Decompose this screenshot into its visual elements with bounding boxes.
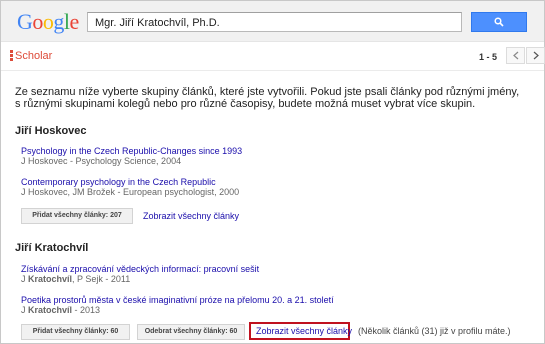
- existing-articles-note: (Několik článků (31) již v profilu máte.…: [358, 326, 511, 336]
- intro-text: Ze seznamu níže vyberte skupiny článků, …: [15, 86, 520, 110]
- logo-letter: G: [17, 9, 33, 34]
- add-all-articles-button[interactable]: Přidat všechny články: 207: [21, 208, 133, 224]
- show-all-articles-link[interactable]: Zobrazit všechny články: [256, 326, 352, 336]
- meta-suffix: - 2013: [72, 305, 101, 315]
- logo-letter: o: [32, 9, 43, 34]
- logo-letter: o: [42, 9, 54, 34]
- author-heading: Jiří Hoskovec: [15, 125, 87, 137]
- scholar-subbar: Scholar 1 - 5: [1, 42, 545, 71]
- scholar-menu[interactable]: Scholar: [10, 50, 52, 62]
- article-title-link[interactable]: Poetika prostorů města v české imaginati…: [21, 295, 334, 305]
- article-title-link[interactable]: Psychology in the Czech Republic-Changes…: [21, 146, 242, 156]
- article-meta: J Hoskovec - Psychology Science, 2004: [21, 156, 182, 166]
- scholar-label: Scholar: [15, 50, 53, 62]
- article-meta: J Kratochvíl, P Sejk - 2011: [21, 274, 130, 284]
- logo-letter: g: [53, 9, 64, 34]
- search-button[interactable]: [471, 12, 527, 32]
- remove-all-articles-button[interactable]: Odebrat všechny články: 60: [137, 324, 245, 340]
- prev-page-button[interactable]: [506, 47, 525, 64]
- google-logo[interactable]: Google: [17, 10, 79, 34]
- meta-author-bold: Kratochvíl: [28, 274, 73, 284]
- meta-prefix: J: [21, 305, 29, 315]
- meta-prefix: J: [21, 274, 29, 284]
- author-heading: Jiří Kratochvíl: [15, 242, 89, 254]
- menu-icon: [10, 50, 13, 62]
- show-all-articles-link[interactable]: Zobrazit všechny články: [143, 211, 239, 221]
- top-header: Google Mgr. Jiří Kratochvíl, Ph.D.: [1, 1, 544, 42]
- meta-suffix: , P Sejk - 2011: [72, 274, 131, 284]
- article-title-link[interactable]: Získávání a zpracování vědeckých informa…: [21, 264, 259, 274]
- article-meta: J Hoskovec, JM Brožek - European psychol…: [21, 187, 240, 197]
- pager-range: 1 - 5: [479, 52, 498, 62]
- add-all-articles-button[interactable]: Přidat všechny články: 60: [21, 324, 130, 340]
- article-meta: J Kratochvíl - 2013: [21, 305, 100, 315]
- chevron-right-icon: [533, 51, 539, 60]
- logo-letter: e: [69, 9, 80, 34]
- search-input[interactable]: Mgr. Jiří Kratochvíl, Ph.D.: [87, 12, 462, 32]
- article-title-link[interactable]: Contemporary psychology in the Czech Rep…: [21, 177, 216, 187]
- chevron-left-icon: [512, 51, 518, 60]
- next-page-button[interactable]: [526, 47, 545, 64]
- meta-author-bold: Kratochvíl: [28, 305, 73, 315]
- magnifier-icon: [494, 17, 504, 27]
